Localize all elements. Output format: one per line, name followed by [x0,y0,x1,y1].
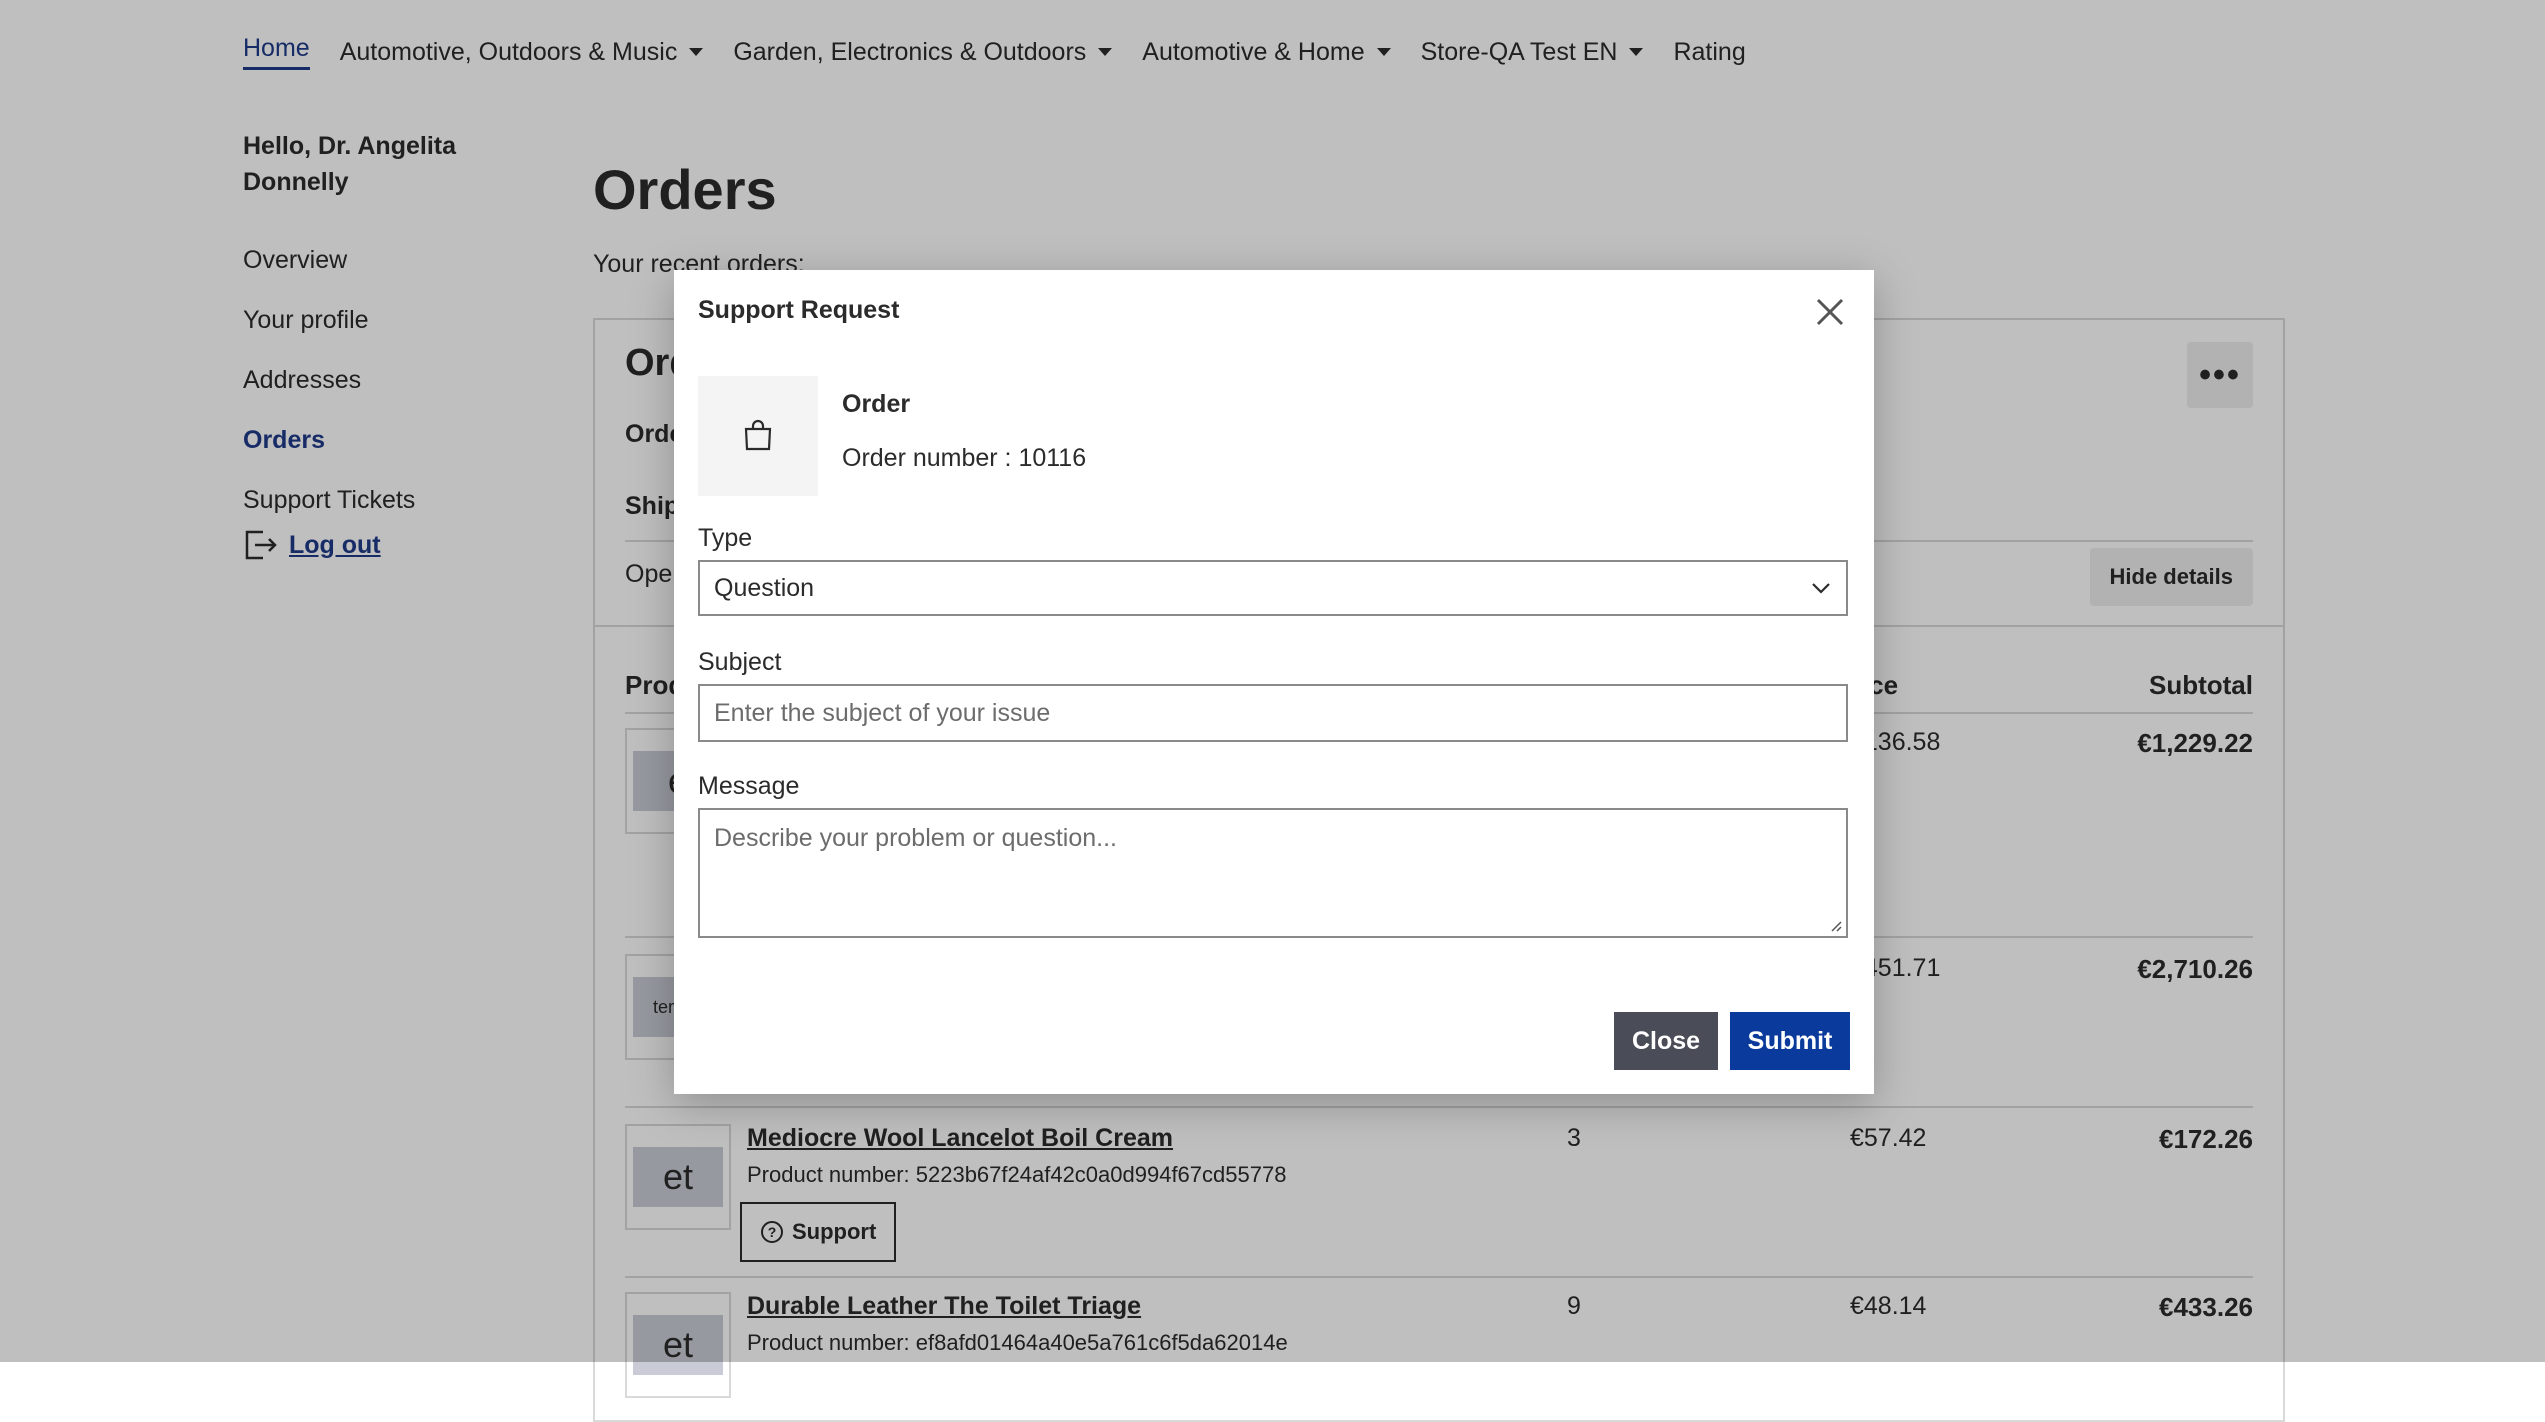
chevron-down-icon [1812,583,1830,594]
support-request-modal: Support Request Order Order number : 101… [674,270,1874,1094]
message-textarea[interactable]: Describe your problem or question... [698,808,1848,938]
message-label: Message [698,772,800,800]
shopping-bag-icon [698,376,818,496]
subject-label: Subject [698,648,782,676]
modal-title: Support Request [698,296,900,324]
close-button[interactable]: Close [1614,1012,1718,1070]
close-icon[interactable] [1810,292,1850,332]
type-select[interactable]: Question [698,560,1848,616]
type-label: Type [698,524,753,552]
resize-handle-icon[interactable] [1828,918,1842,932]
subject-input[interactable]: Enter the subject of your issue [698,684,1848,742]
type-select-value: Question [714,573,815,602]
order-label: Order [842,390,911,418]
page: Home Automotive, Outdoors & Music Garden… [0,0,2545,1422]
order-number: Order number : 10116 [842,444,1087,472]
submit-button[interactable]: Submit [1730,1012,1850,1070]
message-placeholder: Describe your problem or question... [714,824,1117,852]
